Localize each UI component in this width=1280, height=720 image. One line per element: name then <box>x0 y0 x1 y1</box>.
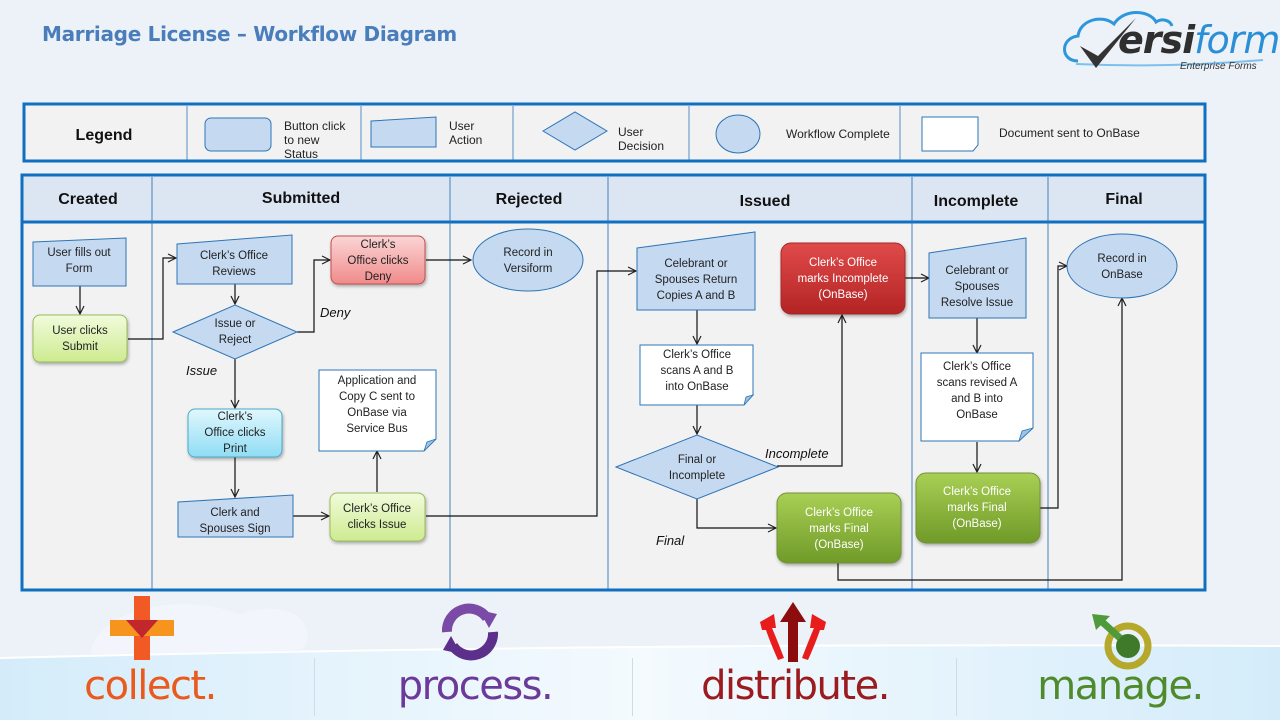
footer-divider <box>632 658 633 716</box>
node-clerk-clicks-print: Clerk’s Office clicks Print <box>187 408 283 458</box>
pillar-word: distribute. <box>701 663 890 709</box>
node-marks-incomplete: Clerk’s Office marks Incomplete (OnBase) <box>780 242 906 315</box>
node-marks-final-issued: Clerk’s Office marks Final (OnBase) <box>776 492 902 564</box>
node-record-in-versiform: Record in Versiform <box>472 228 584 292</box>
pillar-word: collect. <box>84 663 217 709</box>
legend-action-shape <box>370 116 437 148</box>
edge-label-incomplete: Incomplete <box>765 446 829 461</box>
legend-action-label: User Action <box>449 119 482 147</box>
legend-button-shape <box>204 117 272 152</box>
pillar-collect: collect. <box>40 594 260 720</box>
legend-document-label: Document sent to OnBase <box>999 126 1140 140</box>
edge-label-deny: Deny <box>320 305 352 320</box>
node-record-in-onbase: Record in OnBase <box>1066 233 1178 299</box>
pillar-word: manage. <box>1037 663 1204 709</box>
svg-text:Clerk’s Officemarks Final(OnBa: Clerk’s Office marks Final (OnBase) <box>943 486 1011 530</box>
node-clerk-reviews: Clerk’s Office Reviews <box>176 234 293 285</box>
svg-text:Clerk’s Officescans A and Bint: Clerk’s Office scans A and Binto OnBase <box>661 349 734 393</box>
legend-complete-shape <box>715 114 761 154</box>
lane-header-rejected: Rejected <box>496 191 563 208</box>
pillar-distribute: distribute. <box>680 594 910 720</box>
node-clerk-scans-revised-document: Clerk’s Office scans revised Aand B into O… <box>920 352 1034 443</box>
footer-banner: collect. process. distribute. manage. <box>0 594 1280 720</box>
workflow-diagram: Legend Button click to new Status User A… <box>20 102 1207 592</box>
footer-divider <box>314 658 315 716</box>
lane-header-incomplete: Incomplete <box>934 193 1019 210</box>
cycle-arrows-icon <box>441 603 499 661</box>
svg-text:Celebrant orSpouses ReturnCopi: Celebrant or Spouses Return Copies A and B <box>655 258 737 302</box>
lane-header-final: Final <box>1105 191 1142 208</box>
lane-header-submitted: Submitted <box>262 190 340 207</box>
svg-text:Clerk’s Officemarks Final(OnBa: Clerk’s Office marks Final (OnBase) <box>805 507 873 551</box>
node-application-copy-c-document: Application and Copy C sent to OnBase via S… <box>318 369 437 452</box>
legend-document-shape <box>921 116 979 152</box>
plus-arrow-icon <box>110 596 174 660</box>
footer-divider <box>956 658 957 716</box>
pillar-manage: manage. <box>1000 594 1240 720</box>
node-clerk-scans-ab-document: Clerk’s Office scans A and Binto OnBase <box>639 344 755 406</box>
lane-header-created: Created <box>58 191 118 208</box>
node-clerk-clicks-issue: Clerk’s Office clicks Issue <box>329 492 426 542</box>
legend: Legend Button click to new Status User A… <box>22 102 1207 163</box>
edge-label-issue: Issue <box>186 363 217 378</box>
pillar-process: process. <box>360 594 590 720</box>
node-clerk-spouses-sign: Clerk and Spouses Sign <box>177 494 294 538</box>
legend-title: Legend <box>76 127 133 144</box>
node-user-clicks-submit: User clicks Submit <box>32 314 128 363</box>
legend-complete-label: Workflow Complete <box>786 127 890 141</box>
pillar-word: process. <box>397 663 554 709</box>
node-user-fills-form: User fills out Form <box>32 237 127 287</box>
node-clerk-clicks-deny: Clerk’s Office clicks Deny <box>330 235 426 285</box>
branching-arrows-icon <box>760 602 826 662</box>
node-marks-final-incomplete: Clerk’s Office marks Final (OnBase) <box>915 472 1041 544</box>
edge-label-final: Final <box>656 533 685 548</box>
lane-header-issued: Issued <box>740 193 791 210</box>
